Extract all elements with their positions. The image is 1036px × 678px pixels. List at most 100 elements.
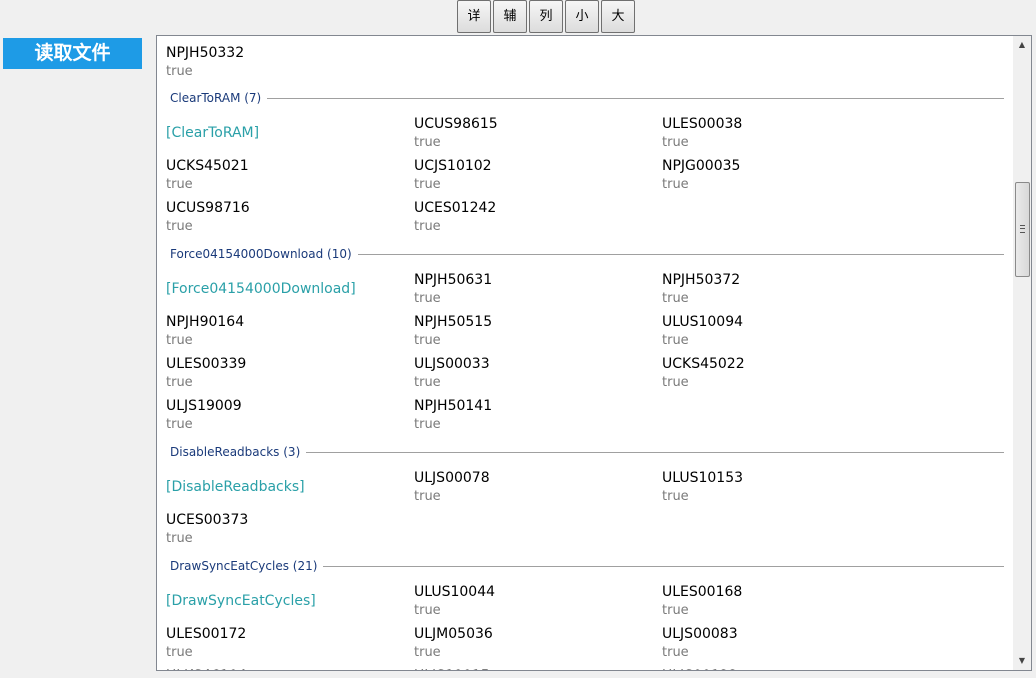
item-name: ULUS10094: [662, 314, 744, 330]
list-item[interactable]: ULJS00083 true: [662, 625, 738, 662]
list-item[interactable]: ULJM05036 true: [414, 625, 493, 662]
item-name: ULES00168: [662, 584, 743, 600]
item-name: ULJS00078: [414, 470, 490, 486]
item-value: true: [662, 177, 689, 192]
group-link[interactable]: [DrawSyncEatCycles]: [166, 592, 316, 610]
item-value: true: [166, 333, 193, 348]
group-header: DisableReadbacks (3): [170, 443, 1004, 461]
item-value: true: [166, 177, 193, 192]
toolbar-detail-button[interactable]: 详: [457, 0, 491, 33]
item-name: UCKS45022: [662, 356, 745, 372]
list-item[interactable]: UCKS45022 true: [662, 355, 745, 392]
item-name: ULUS10153: [662, 470, 744, 486]
item-name: ULJS00122: [662, 667, 738, 670]
item-name: UCJS10102: [414, 158, 492, 174]
list-item[interactable]: ULKS46104true: [166, 667, 247, 670]
group-title: DrawSyncEatCycles (21): [170, 557, 324, 575]
list-item[interactable]: ULJS00078 true: [414, 469, 490, 506]
group-divider: [170, 98, 1004, 99]
item-name: ULES00339: [166, 356, 247, 372]
list-item[interactable]: NPJH50515 true: [414, 313, 492, 350]
item-value: true: [414, 489, 441, 504]
group-link-label: [Force04154000Download]: [166, 281, 356, 297]
item-name: UCES01242: [414, 200, 497, 216]
group-header: Force04154000Download (10): [170, 245, 1004, 263]
scroll-up-icon[interactable]: ▲: [1013, 38, 1031, 52]
group-header: ClearToRAM (7): [170, 89, 1004, 107]
item-value: true: [662, 291, 689, 306]
item-name: ULES00172: [166, 626, 247, 642]
item-value: true: [166, 64, 193, 79]
item-value: true: [414, 333, 441, 348]
item-value: true: [414, 603, 441, 618]
list-item[interactable]: UCJS10102 true: [414, 157, 492, 194]
list-item[interactable]: ULUS10094 true: [662, 313, 743, 350]
list-item[interactable]: ULJS19015true: [414, 667, 490, 670]
list-item[interactable]: UCUS98716 true: [166, 199, 250, 236]
group-title: ClearToRAM (7): [170, 89, 268, 107]
item-value: true: [414, 375, 441, 390]
item-name: NPJH50372: [662, 272, 741, 288]
item-value: true: [662, 645, 689, 660]
list-item[interactable]: NPJH50141 true: [414, 397, 492, 434]
list-item[interactable]: NPJH50332 true: [166, 44, 244, 81]
toolbar-list-button[interactable]: 列: [529, 0, 563, 33]
item-name: ULES00038: [662, 116, 743, 132]
item-name: NPJH50631: [414, 272, 493, 288]
item-name: ULUS10044: [414, 584, 496, 600]
toolbar-small-button[interactable]: 小: [565, 0, 599, 33]
list-item[interactable]: ULES00172 true: [166, 625, 246, 662]
list-item[interactable]: NPJH50631 true: [414, 271, 492, 308]
item-name: NPJH50515: [414, 314, 493, 330]
list-item[interactable]: UCKS45021 true: [166, 157, 249, 194]
vertical-scrollbar[interactable]: ▲ ▼: [1013, 36, 1031, 670]
item-name: UCES00373: [166, 512, 249, 528]
group-header: DrawSyncEatCycles (21): [170, 557, 1004, 575]
list-item[interactable]: ULES00339 true: [166, 355, 246, 392]
group-link[interactable]: [DisableReadbacks]: [166, 478, 305, 496]
item-name: NPJG00035: [662, 158, 741, 174]
item-value: true: [662, 489, 689, 504]
list-item[interactable]: NPJH50372 true: [662, 271, 740, 308]
item-name: NPJH50141: [414, 398, 493, 414]
item-name: NPJH50332: [166, 45, 245, 61]
item-name: NPJH90164: [166, 314, 245, 330]
item-value: true: [166, 645, 193, 660]
item-name: ULJM05036: [414, 626, 493, 642]
list-item[interactable]: ULES00168 true: [662, 583, 742, 620]
group-link-label: [DrawSyncEatCycles]: [166, 593, 316, 609]
item-value: true: [662, 375, 689, 390]
item-name: UCUS98716: [166, 200, 250, 216]
scroll-down-icon[interactable]: ▼: [1013, 654, 1031, 668]
item-name: ULJS00033: [414, 356, 490, 372]
list-item[interactable]: ULJS19009 true: [166, 397, 242, 434]
item-value: true: [414, 291, 441, 306]
item-value: true: [414, 219, 441, 234]
read-file-button[interactable]: 读取文件: [3, 38, 142, 69]
item-value: true: [414, 645, 441, 660]
item-value: true: [166, 417, 193, 432]
scrollbar-thumb[interactable]: [1015, 182, 1030, 277]
item-value: true: [662, 333, 689, 348]
cheat-list-panel: NPJH50332 true ClearToRAM (7) [ClearToRAM] U…: [156, 35, 1032, 671]
list-item[interactable]: UCES01242 true: [414, 199, 496, 236]
list-item[interactable]: UCES00373 true: [166, 511, 248, 548]
list-item[interactable]: ULES00038 true: [662, 115, 742, 152]
item-value: true: [414, 417, 441, 432]
list-item[interactable]: ULUS10044 true: [414, 583, 495, 620]
list-item[interactable]: ULJS00033 true: [414, 355, 490, 392]
item-value: true: [166, 531, 193, 546]
list-item[interactable]: ULJS00122true: [662, 667, 738, 670]
toolbar-large-button[interactable]: 大: [601, 0, 635, 33]
item-name: ULKS46104: [166, 667, 247, 670]
group-link[interactable]: [Force04154000Download]: [166, 280, 356, 298]
item-name: ULJS19009: [166, 398, 242, 414]
list-item[interactable]: ULUS10153 true: [662, 469, 743, 506]
item-name: ULJS19015: [414, 667, 490, 670]
list-item[interactable]: NPJG00035 true: [662, 157, 740, 194]
group-title: DisableReadbacks (3): [170, 443, 307, 461]
group-link[interactable]: [ClearToRAM]: [166, 124, 259, 142]
list-item[interactable]: UCUS98615 true: [414, 115, 498, 152]
toolbar-assist-button[interactable]: 辅: [493, 0, 527, 33]
list-item[interactable]: NPJH90164 true: [166, 313, 244, 350]
